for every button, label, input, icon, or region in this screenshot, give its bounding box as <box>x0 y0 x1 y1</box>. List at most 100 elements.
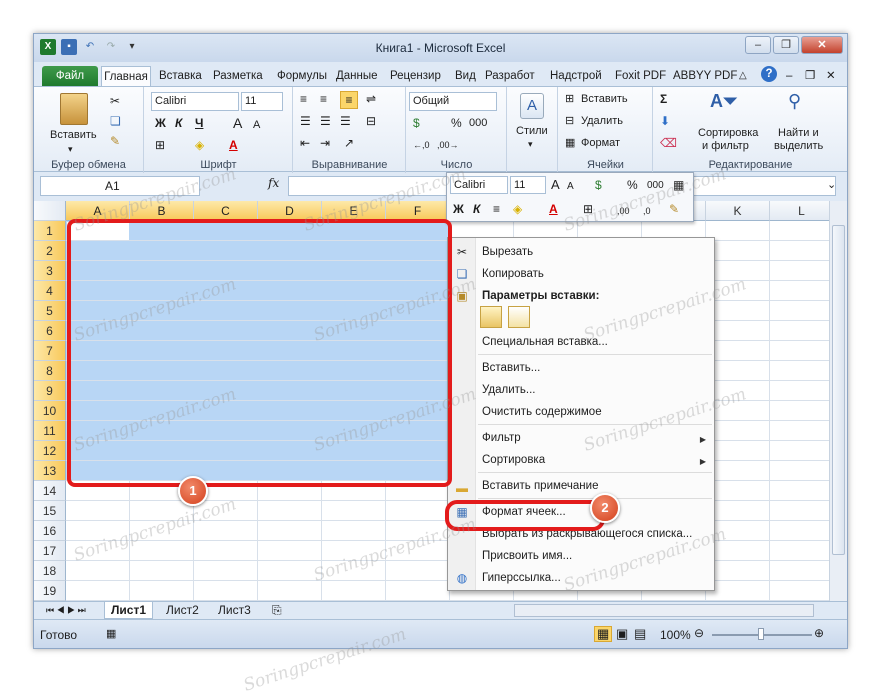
italic-button[interactable]: К <box>175 115 182 131</box>
paste-dropdown-icon[interactable]: ▾ <box>68 144 73 155</box>
row-header-1[interactable]: 1 <box>34 221 66 241</box>
minimize-ribbon-icon[interactable]: △ <box>739 66 747 86</box>
cells-delete-button[interactable]: Удалить <box>581 115 623 127</box>
menu-item-clear-contents[interactable]: Очистить содержимое <box>482 406 602 418</box>
row-header-14[interactable]: 14 <box>34 481 66 501</box>
mini-fill-color-icon[interactable]: ◈ <box>513 201 522 217</box>
row-header-15[interactable]: 15 <box>34 501 66 521</box>
sort-filter-button[interactable]: Сортировка <box>698 127 758 139</box>
row-header-6[interactable]: 6 <box>34 321 66 341</box>
normal-view-icon[interactable]: ▦ <box>594 626 613 642</box>
row-header-9[interactable]: 9 <box>34 381 66 401</box>
menu-item-sort[interactable]: Сортировка <box>482 454 545 466</box>
column-header-b[interactable]: B <box>130 201 194 221</box>
orientation-icon[interactable]: ↗ <box>344 135 354 151</box>
fill-color-icon[interactable]: ◈ <box>195 137 204 153</box>
align-middle-icon[interactable]: ≡ <box>320 91 327 107</box>
column-header-e[interactable]: E <box>322 201 386 221</box>
cut-icon[interactable]: ✂ <box>110 93 120 109</box>
sort-filter-button-line2[interactable]: и фильтр <box>702 140 749 152</box>
new-sheet-icon[interactable]: ⎘ <box>266 602 288 619</box>
zoom-slider-thumb[interactable] <box>758 628 764 640</box>
macro-record-icon[interactable]: ▦ <box>106 627 116 640</box>
font-size-select[interactable]: 11 <box>241 92 283 111</box>
paste-button[interactable]: Вставить <box>50 129 97 141</box>
row-header-19[interactable]: 19 <box>34 581 66 601</box>
column-header-d[interactable]: D <box>258 201 322 221</box>
row-header-8[interactable]: 8 <box>34 361 66 381</box>
mini-italic-button[interactable]: К <box>473 201 480 217</box>
row-header-11[interactable]: 11 <box>34 421 66 441</box>
menu-item-filter[interactable]: Фильтр <box>482 432 521 444</box>
name-box[interactable]: A1 <box>40 176 200 196</box>
align-left-icon[interactable]: ☰ <box>300 113 311 129</box>
menu-item-copy[interactable]: Копировать <box>482 268 544 280</box>
column-header-f[interactable]: F <box>386 201 450 221</box>
mini-bold-button[interactable]: Ж <box>453 201 464 217</box>
styles-dropdown-icon[interactable]: ▾ <box>528 139 533 150</box>
sheet-tab-2[interactable]: Лист2 <box>160 602 205 619</box>
insert-function-button[interactable]: fx <box>268 176 279 190</box>
row-header-5[interactable]: 5 <box>34 301 66 321</box>
tab-file[interactable]: Файл <box>42 66 98 86</box>
column-header-l[interactable]: L <box>770 201 834 221</box>
copy-icon[interactable]: ❏ <box>110 113 121 129</box>
underline-button[interactable]: Ч <box>195 115 203 131</box>
tab-page-layout[interactable]: Разметка <box>213 66 263 86</box>
doc-close-icon[interactable]: ✕ <box>826 66 836 86</box>
thousands-button[interactable]: 000 <box>469 115 487 131</box>
vertical-scroll-thumb[interactable] <box>832 225 845 555</box>
align-bottom-icon[interactable]: ≡ <box>340 91 358 109</box>
zoom-level[interactable]: 100% <box>660 628 691 642</box>
find-select-button[interactable]: Найти и <box>778 127 819 139</box>
row-header-3[interactable]: 3 <box>34 261 66 281</box>
mini-format-icon[interactable]: ▦ <box>673 177 684 193</box>
menu-item-delete[interactable]: Удалить... <box>482 384 536 396</box>
mini-center-icon[interactable]: ≡ <box>493 201 500 217</box>
mini-size-select[interactable]: 11 <box>510 176 546 194</box>
menu-item-cut[interactable]: Вырезать <box>482 246 533 258</box>
mini-shrink-font-icon[interactable]: A <box>567 179 574 195</box>
tab-developer[interactable]: Разработ <box>485 66 535 86</box>
styles-icon[interactable]: A <box>520 93 544 119</box>
currency-icon[interactable]: $ <box>413 115 420 131</box>
align-center-icon[interactable]: ☰ <box>320 113 331 129</box>
mini-decimal-icon[interactable]: ,00 <box>617 203 630 219</box>
doc-minimize-icon[interactable]: – <box>786 66 792 86</box>
mini-thousands-button[interactable]: 000 <box>647 178 664 194</box>
menu-item-hyperlink[interactable]: Гиперссылка... <box>482 572 561 584</box>
column-header-k[interactable]: K <box>706 201 770 221</box>
row-header-16[interactable]: 16 <box>34 521 66 541</box>
page-layout-view-icon[interactable]: ▣ <box>616 626 628 642</box>
merge-center-icon[interactable]: ⊟ <box>366 113 376 129</box>
page-break-view-icon[interactable]: ▤ <box>634 626 646 642</box>
tab-review[interactable]: Рецензир <box>390 66 441 86</box>
row-header-17[interactable]: 17 <box>34 541 66 561</box>
restore-button[interactable]: ❐ <box>773 36 799 54</box>
menu-item-insert[interactable]: Вставить... <box>482 362 540 374</box>
tab-view[interactable]: Вид <box>455 66 476 86</box>
column-header-a[interactable]: A <box>66 201 130 221</box>
wrap-text-icon[interactable]: ⇌ <box>366 91 376 107</box>
tab-data[interactable]: Данные <box>336 66 378 86</box>
zoom-out-icon[interactable]: ⊖ <box>694 626 704 640</box>
horizontal-scrollbar[interactable] <box>514 604 814 617</box>
tab-insert[interactable]: Вставка <box>159 66 202 86</box>
tab-foxit-pdf[interactable]: Foxit PDF <box>615 66 666 86</box>
row-header-10[interactable]: 10 <box>34 401 66 421</box>
vertical-scrollbar[interactable] <box>829 201 847 601</box>
row-header-12[interactable]: 12 <box>34 441 66 461</box>
sheet-nav-icons[interactable]: ⏮ ◀ ▶ ⏭ <box>40 602 92 619</box>
mini-borders-icon[interactable]: ⊞ <box>583 201 593 217</box>
paste-option-values-icon[interactable] <box>508 306 530 328</box>
paste-option-keep-format-icon[interactable] <box>480 306 502 328</box>
mini-format-painter-icon[interactable]: ✎ <box>669 201 679 217</box>
minimize-button[interactable]: – <box>745 36 771 54</box>
tab-home[interactable]: Главная <box>101 66 151 86</box>
help-icon[interactable]: ? <box>761 66 777 82</box>
font-color-icon[interactable]: A <box>229 137 238 153</box>
sheet-tab-3[interactable]: Лист3 <box>212 602 257 619</box>
row-header-2[interactable]: 2 <box>34 241 66 261</box>
cells-format-button[interactable]: Формат <box>581 137 620 149</box>
select-all-corner[interactable] <box>34 201 66 221</box>
